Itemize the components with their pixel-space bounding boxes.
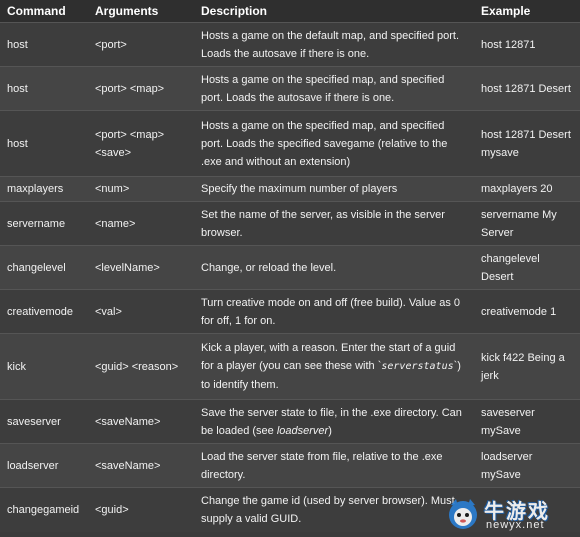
- cell-command: changelevel: [0, 245, 88, 290]
- cell-description: Save the server state to file, in the .e…: [194, 399, 474, 444]
- cell-command: saveserver: [0, 399, 88, 444]
- cell-arguments: <guid> <reason>: [88, 333, 194, 400]
- cell-arguments: <name>: [88, 201, 194, 246]
- site-watermark: 牛游戏 newyx.net: [446, 495, 574, 533]
- table-row: creativemode <val> Turn creative mode on…: [0, 289, 580, 334]
- header-arguments: Arguments: [88, 0, 194, 23]
- cell-arguments: <saveName>: [88, 399, 194, 444]
- inline-code: serverstatus: [381, 361, 454, 372]
- cell-arguments: <guid>: [88, 487, 194, 532]
- cell-description: Hosts a game on the default map, and spe…: [194, 22, 474, 67]
- cell-example: host 12871 Desert mysave: [474, 110, 580, 177]
- cell-example: maxplayers 20: [474, 176, 580, 202]
- table-row: servername <name> Set the name of the se…: [0, 201, 580, 246]
- cell-description: Change the game id (used by server brows…: [194, 487, 474, 532]
- cell-description: Turn creative mode on and off (free buil…: [194, 289, 474, 334]
- mascot-logo-icon: [449, 499, 477, 529]
- description-text: ): [328, 424, 332, 437]
- cell-example: kick f422 Being a jerk: [474, 333, 580, 400]
- cell-command: servername: [0, 201, 88, 246]
- cell-arguments: <num>: [88, 176, 194, 202]
- header-description: Description: [194, 0, 474, 23]
- cell-example: changelevel Desert: [474, 245, 580, 290]
- cell-example: creativemode 1: [474, 289, 580, 334]
- cell-arguments: <saveName>: [88, 443, 194, 488]
- cell-description: Change, or reload the level.: [194, 245, 474, 290]
- table-row: host <port> <map> <save> Hosts a game on…: [0, 110, 580, 177]
- table-row: host <port> Hosts a game on the default …: [0, 22, 580, 67]
- cell-arguments: <val>: [88, 289, 194, 334]
- cell-arguments: <levelName>: [88, 245, 194, 290]
- cell-arguments: <port>: [88, 22, 194, 67]
- header-example: Example: [474, 0, 580, 23]
- cell-example: servername My Server: [474, 201, 580, 246]
- cell-command: creativemode: [0, 289, 88, 334]
- cell-example: host 12871: [474, 22, 580, 67]
- cell-description: Set the name of the server, as visible i…: [194, 201, 474, 246]
- table-row: kick <guid> <reason> Kick a player, with…: [0, 333, 580, 400]
- cell-command: host: [0, 22, 88, 67]
- cell-description: Specify the maximum number of players: [194, 176, 474, 202]
- cell-command: maxplayers: [0, 176, 88, 202]
- cell-command: loadserver: [0, 443, 88, 488]
- table-header-row: Command Arguments Description Example: [0, 0, 580, 23]
- cell-description: Kick a player, with a reason. Enter the …: [194, 333, 474, 400]
- table-row: loadserver <saveName> Load the server st…: [0, 443, 580, 488]
- cell-arguments: <port> <map>: [88, 66, 194, 111]
- table-row: saveserver <saveName> Save the server st…: [0, 399, 580, 444]
- watermark-url: newyx.net: [486, 519, 545, 531]
- cell-command: host: [0, 110, 88, 177]
- cell-description: Hosts a game on the specified map, and s…: [194, 110, 474, 177]
- cell-arguments: <port> <map> <save>: [88, 110, 194, 177]
- cell-description: Load the server state from file, relativ…: [194, 443, 474, 488]
- table-row: changelevel <levelName> Change, or reloa…: [0, 245, 580, 290]
- inline-reference: loadserver: [276, 424, 329, 437]
- header-command: Command: [0, 0, 88, 23]
- cell-command: kick: [0, 333, 88, 400]
- cell-command: host: [0, 66, 88, 111]
- cell-example: loadserver mySave: [474, 443, 580, 488]
- table-row: host <port> <map> Hosts a game on the sp…: [0, 66, 580, 111]
- cell-example: host 12871 Desert: [474, 66, 580, 111]
- commands-table: Command Arguments Description Example ho…: [0, 0, 580, 532]
- cell-command: changegameid: [0, 487, 88, 532]
- cell-example: saveserver mySave: [474, 399, 580, 444]
- table-row: maxplayers <num> Specify the maximum num…: [0, 176, 580, 202]
- cell-description: Hosts a game on the specified map, and s…: [194, 66, 474, 111]
